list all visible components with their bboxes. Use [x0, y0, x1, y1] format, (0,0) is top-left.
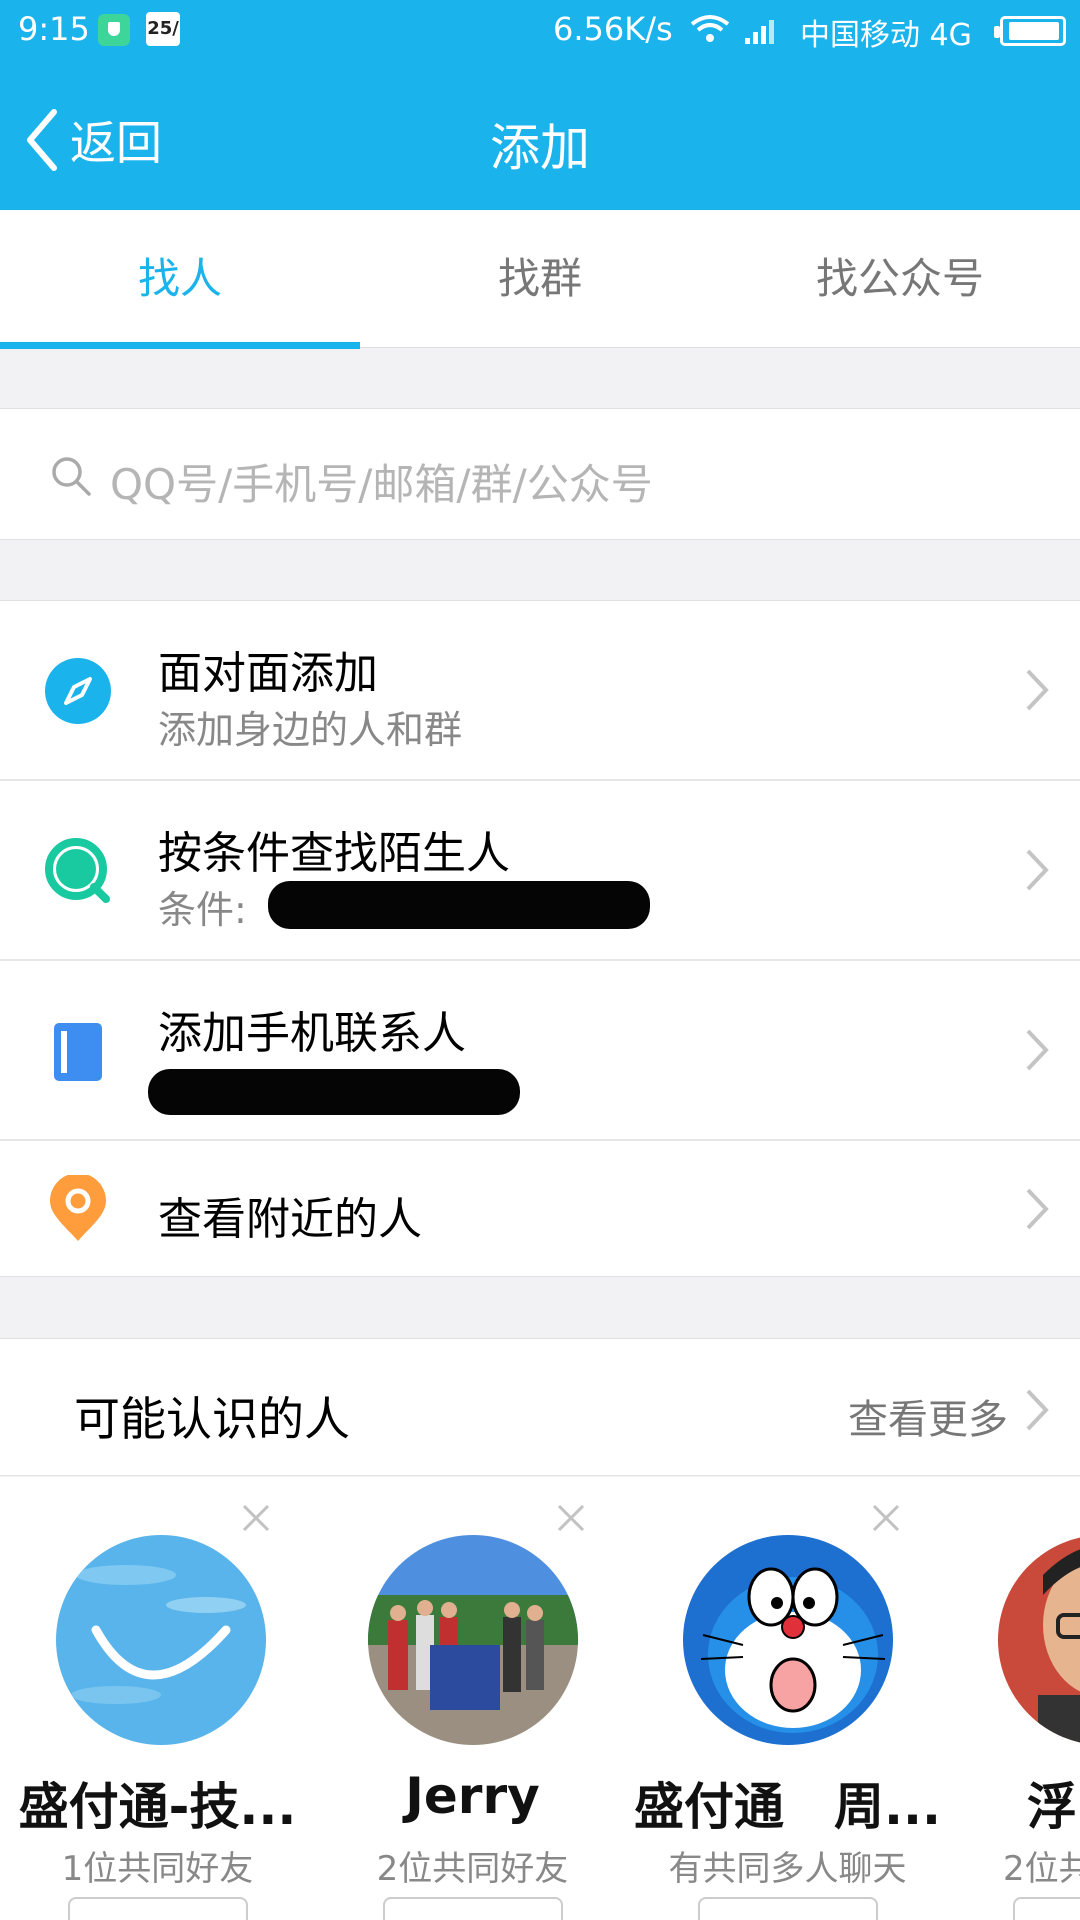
- add-friend-button[interactable]: [1012, 1897, 1080, 1920]
- close-icon[interactable]: [241, 1503, 271, 1533]
- chevron-right-icon: [1026, 1188, 1049, 1230]
- mutual-friends: 2位共: [1003, 1849, 1080, 1889]
- face-to-face-add-item[interactable]: 面对面添加 添加身边的人和群: [0, 601, 1080, 781]
- avatar[interactable]: [367, 1535, 578, 1745]
- add-options-list: 面对面添加 添加身边的人和群 按条件查找陌生人 条件: 添加手机联系人 查看附近…: [0, 600, 1080, 1277]
- status-bar: 9:15 25/ 6.56K/s 中国移动 4G: [0, 0, 1080, 62]
- add-phone-contacts-item[interactable]: 添加手机联系人: [0, 961, 1080, 1141]
- person-name: 盛付通-技...: [18, 1778, 297, 1836]
- mutual-friends: 1位共同好友: [61, 1849, 254, 1889]
- mutual-friends: 有共同多人聊天: [668, 1849, 907, 1889]
- tab-bar: 找人 找群 找公众号: [0, 210, 1080, 349]
- wifi-icon: [690, 15, 730, 42]
- item-subtitle: 条件:: [158, 888, 247, 932]
- location-pin-icon: [50, 1175, 106, 1241]
- avatar[interactable]: [55, 1535, 266, 1745]
- chevron-right-icon: [1026, 849, 1049, 891]
- person-name: 浮: [1027, 1778, 1077, 1836]
- battery-icon: [994, 16, 1066, 46]
- person-name: 盛付通 周...: [634, 1778, 941, 1836]
- person-card[interactable]: 盛付通 周... 有共同多人聊天: [630, 1477, 945, 1920]
- signal-icon: [745, 20, 774, 44]
- person-name: Jerry: [405, 1767, 540, 1825]
- tab-find-groups[interactable]: 找群: [360, 210, 720, 348]
- tab-label: 找人: [137, 254, 222, 303]
- close-icon[interactable]: [556, 1503, 586, 1533]
- item-subtitle: 添加身边的人和群: [158, 708, 463, 752]
- avatar[interactable]: [997, 1535, 1080, 1745]
- add-friend-button[interactable]: [67, 1897, 248, 1920]
- tab-active-indicator: [0, 342, 360, 349]
- person-card[interactable]: 浮 2位共: [945, 1477, 1080, 1920]
- chevron-right-icon: [1026, 1029, 1049, 1071]
- page-title: 添加: [490, 119, 590, 177]
- redacted-phone: [148, 1069, 520, 1115]
- search-circle-icon: [45, 838, 110, 903]
- item-title: 面对面添加: [158, 648, 378, 699]
- tab-find-people[interactable]: 找人: [0, 210, 360, 349]
- top-bar: 9:15 25/ 6.56K/s 中国移动 4G 返回 添加: [0, 0, 1080, 210]
- contacts-book-icon: [54, 1023, 102, 1081]
- search-icon: [52, 457, 91, 496]
- people-carousel[interactable]: 盛付通-技... 1位共同好友 Jerry 2位共同好友 盛付通 周... 有共…: [0, 1477, 1080, 1920]
- network-speed: 6.56K/s: [553, 10, 673, 48]
- status-time: 9:15: [18, 10, 90, 48]
- chevron-right-icon: [1026, 669, 1049, 711]
- tab-find-official-accounts[interactable]: 找公众号: [720, 210, 1080, 348]
- item-title: 按条件查找陌生人: [158, 828, 510, 879]
- tab-label: 找公众号: [815, 254, 984, 303]
- tab-label: 找群: [497, 254, 582, 303]
- carrier-label: 中国移动 4G: [800, 18, 972, 53]
- close-icon[interactable]: [871, 1503, 901, 1533]
- person-card[interactable]: Jerry 2位共同好友: [315, 1477, 630, 1920]
- add-friend-button[interactable]: [382, 1897, 563, 1920]
- avatar[interactable]: [682, 1535, 893, 1745]
- mutual-friends: 2位共同好友: [376, 1849, 569, 1889]
- item-title: 查看附近的人: [158, 1194, 422, 1245]
- chevron-right-icon: [1026, 1389, 1049, 1431]
- section-title: 可能认识的人: [74, 1392, 350, 1446]
- person-card[interactable]: 盛付通-技... 1位共同好友: [0, 1477, 315, 1920]
- item-title: 添加手机联系人: [158, 1008, 466, 1059]
- search-input[interactable]: QQ号/手机号/邮箱/群/公众号: [0, 408, 1080, 540]
- see-more-link[interactable]: 查看更多: [848, 1387, 1008, 1445]
- security-shield-icon: [98, 14, 130, 46]
- people-you-may-know-header: 可能认识的人 查看更多: [0, 1338, 1080, 1476]
- calendar-icon: 25/: [146, 12, 180, 46]
- nearby-people-item[interactable]: 查看附近的人: [0, 1141, 1080, 1277]
- search-strangers-item[interactable]: 按条件查找陌生人 条件:: [0, 781, 1080, 961]
- redacted-conditions: [268, 881, 650, 929]
- compass-icon: [45, 658, 111, 724]
- add-friend-button[interactable]: [697, 1897, 878, 1920]
- search-placeholder: QQ号/手机号/邮箱/群/公众号: [110, 460, 653, 509]
